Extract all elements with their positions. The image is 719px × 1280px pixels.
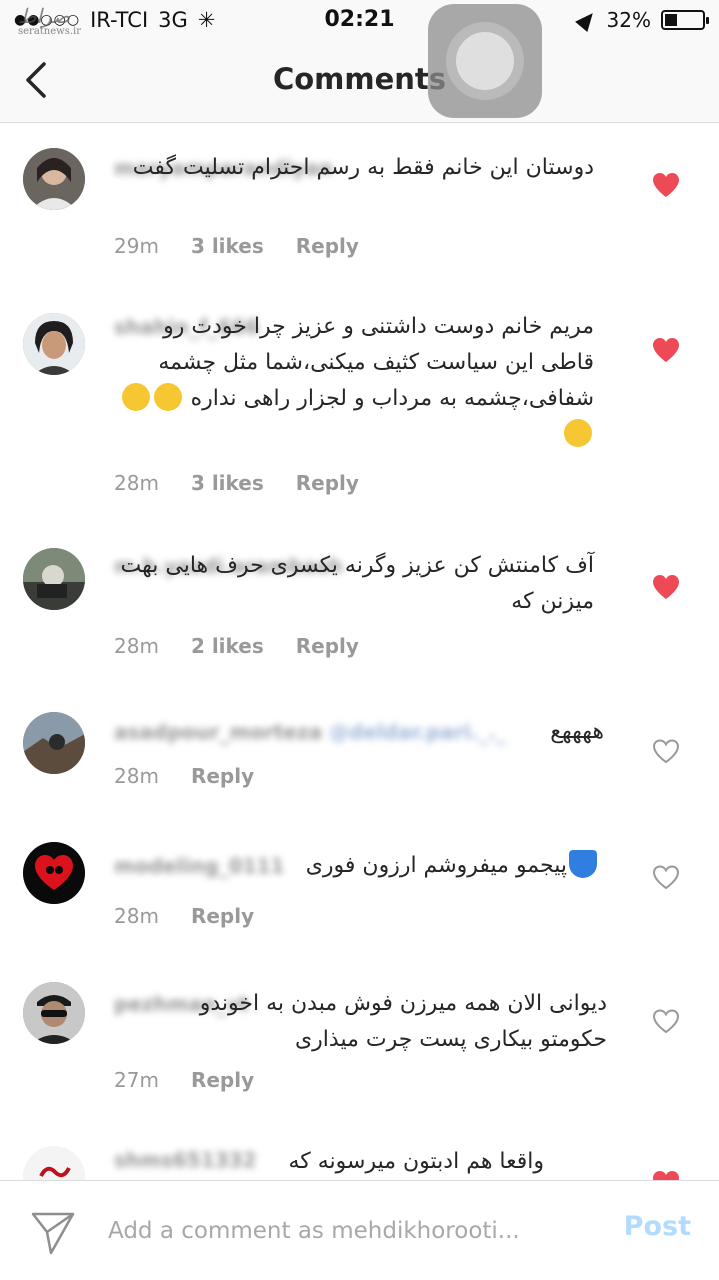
heart-filled-icon[interactable]: [652, 574, 680, 600]
avatar[interactable]: [23, 712, 85, 774]
username-text[interactable]: asadpour_morteza: [114, 720, 322, 744]
likes-count[interactable]: 2 likes: [191, 634, 264, 658]
avatar[interactable]: [23, 1146, 85, 1180]
status-right: 32%: [574, 7, 709, 33]
comment-time: 28m: [114, 904, 159, 928]
unamused-face-emoji-icon: [121, 383, 150, 411]
comment-username[interactable]: shms651332: [114, 1148, 256, 1172]
page-title: Comments: [272, 62, 447, 96]
avatar[interactable]: [23, 842, 85, 904]
comment-meta: 28m Reply: [114, 904, 254, 928]
comment-username[interactable]: modeling_0111: [114, 854, 284, 878]
neutral-face-emoji-icon: [153, 383, 182, 411]
avatar[interactable]: [23, 313, 85, 375]
heart-filled-icon[interactable]: [652, 172, 680, 198]
comment-text: مریم خانم دوست داشتنی و عزیز چرا خودت رو…: [114, 309, 594, 453]
likes-count[interactable]: 3 likes: [191, 234, 264, 258]
heart-outline-icon[interactable]: [652, 738, 680, 764]
disappointed-face-emoji-icon: [564, 419, 592, 447]
status-bar: ●●○○○ IR-TCI 3G ✳ 02:21 32%: [0, 0, 719, 40]
heart-outline-icon[interactable]: [652, 1008, 680, 1034]
reply-button[interactable]: Reply: [296, 234, 359, 258]
reply-button[interactable]: Reply: [296, 471, 359, 495]
comment-time: 28m: [114, 471, 159, 495]
comment-text: ههههع: [550, 719, 604, 744]
comment-time: 27m: [114, 1068, 159, 1092]
reply-button[interactable]: Reply: [191, 764, 254, 788]
comment-time: 28m: [114, 764, 159, 788]
comment-meta: 28m 2 likes Reply: [114, 634, 359, 658]
comment-text-body: مریم خانم دوست داشتنی و عزیز چرا خودت رو…: [158, 314, 594, 411]
comments-list[interactable]: maryamparandiyan دوستان این خانم فقط به …: [0, 124, 719, 1180]
reply-button[interactable]: Reply: [296, 634, 359, 658]
reply-button[interactable]: Reply: [191, 904, 254, 928]
battery-fill: [665, 14, 677, 26]
avatar[interactable]: [23, 548, 85, 610]
comment-input[interactable]: [108, 1211, 568, 1251]
watermark-logo: صراط: [18, 4, 71, 28]
blue-heart-emoji-icon: [569, 850, 597, 878]
location-arrow-icon: [574, 7, 599, 33]
battery-percent: 32%: [606, 8, 651, 32]
comment-time: 29m: [114, 234, 159, 258]
heart-outline-icon[interactable]: [652, 864, 680, 890]
comment-text: آف کامنتش کن عزیز وگرنه یکسری حرف هایی ب…: [120, 553, 594, 614]
comment-time: 28m: [114, 634, 159, 658]
comment-text: پیجمو میفروشم ارزون فوری: [299, 848, 599, 884]
comment-text: واقعا هم ادبتون میرسونه که: [288, 1149, 544, 1174]
comment-meta: 28m Reply: [114, 764, 254, 788]
comment-text: دیوانی الان همه میرزن فوش مبدن به اخوندو…: [199, 991, 607, 1052]
heart-filled-icon[interactable]: [652, 337, 680, 363]
post-button[interactable]: Post: [624, 1211, 691, 1242]
avatar[interactable]: [23, 982, 85, 1044]
battery-icon: [661, 10, 709, 30]
reply-button[interactable]: Reply: [191, 1068, 254, 1092]
comment-meta: 27m Reply: [114, 1068, 254, 1092]
comment-text: دوستان این خانم فقط به رسم احترام تسلیت …: [132, 155, 594, 180]
comment-text-body: پیجمو میفروشم ارزون فوری: [305, 853, 567, 878]
send-direct-icon[interactable]: [30, 1211, 76, 1255]
comment-meta: 29m 3 likes Reply: [114, 234, 359, 258]
nav-bar: Comments: [0, 40, 719, 123]
likes-count[interactable]: 3 likes: [191, 471, 264, 495]
mention-link[interactable]: @deldar.pari._._: [329, 720, 506, 744]
assistive-touch-button[interactable]: [428, 4, 542, 118]
comment-username[interactable]: asadpour_morteza @deldar.pari._._: [114, 720, 506, 744]
heart-filled-icon[interactable]: [652, 1170, 680, 1180]
watermark-site: seratnews.ir: [18, 26, 82, 37]
avatar[interactable]: [23, 148, 85, 210]
comment-meta: 28m 3 likes Reply: [114, 471, 359, 495]
comment-input-bar: Post: [0, 1180, 719, 1280]
